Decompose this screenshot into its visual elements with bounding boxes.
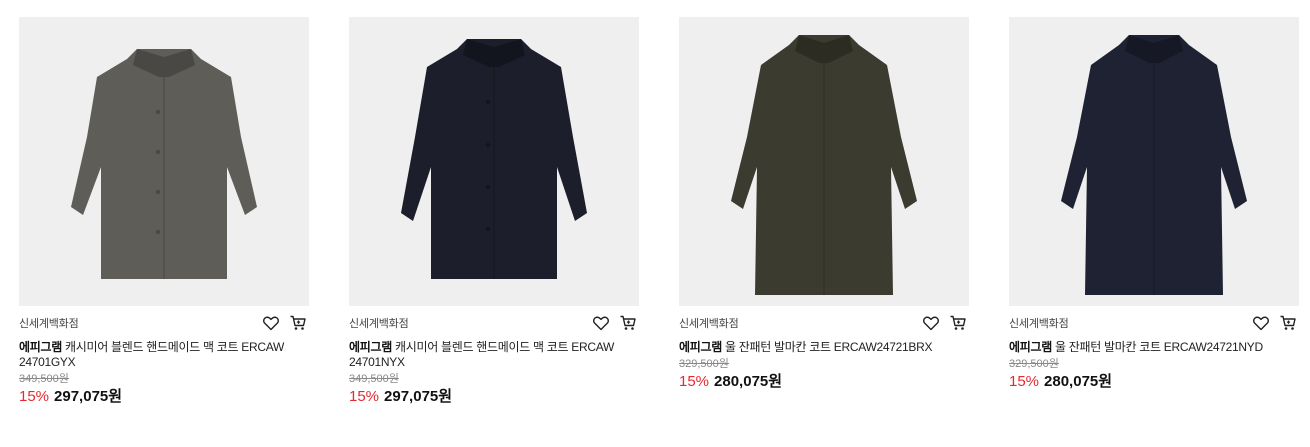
cart-icon[interactable]	[1279, 314, 1297, 332]
product-image[interactable]	[679, 17, 969, 306]
product-image[interactable]	[349, 17, 639, 306]
brand-name: 에피그램	[349, 340, 392, 354]
coat-image	[401, 39, 587, 279]
coat-image	[1061, 35, 1247, 295]
product-name: 울 잔패턴 발마칸 코트 ERCAW24721BRX	[725, 340, 933, 354]
store-name: 신세계백화점	[349, 318, 409, 330]
sale-price: 280,075원	[1044, 373, 1113, 390]
heart-icon[interactable]	[262, 314, 280, 332]
sale-price: 297,075원	[54, 388, 123, 405]
heart-icon[interactable]	[1252, 314, 1270, 332]
brand-name: 에피그램	[19, 340, 62, 354]
store-name: 신세계백화점	[19, 318, 79, 330]
original-price: 349,500원	[349, 373, 399, 385]
product-name: 울 잔패턴 발마칸 코트 ERCAW24721NYD	[1055, 340, 1263, 354]
product-image[interactable]	[19, 17, 309, 306]
product-card[interactable]: 신세계백화점 에피그램 캐시미어 블렌드 핸드메이드 맥 코트 ERCAW 24…	[349, 17, 639, 406]
cart-icon[interactable]	[949, 314, 967, 332]
store-name: 신세계백화점	[679, 318, 739, 330]
product-grid: 신세계백화점 에피그램 캐시미어 블렌드 핸드메이드 맥 코트 ERCAW 24…	[0, 0, 1310, 447]
product-card[interactable]: 신세계백화점 에피그램 울 잔패턴 발마칸 코트 ERCAW24721BRX 3…	[679, 17, 969, 391]
heart-icon[interactable]	[922, 314, 940, 332]
discount-rate: 15%	[679, 373, 710, 390]
heart-icon[interactable]	[592, 314, 610, 332]
product-image[interactable]	[1009, 17, 1299, 306]
sale-price: 297,075원	[384, 388, 453, 405]
product-title[interactable]: 에피그램 캐시미어 블렌드 핸드메이드 맥 코트 ERCAW 24701NYX	[349, 340, 629, 370]
product-title[interactable]: 에피그램 울 잔패턴 발마칸 코트 ERCAW24721NYD	[1009, 340, 1289, 355]
coat-image	[731, 35, 917, 295]
product-card[interactable]: 신세계백화점 에피그램 울 잔패턴 발마칸 코트 ERCAW24721NYD 3…	[1009, 17, 1299, 391]
brand-name: 에피그램	[1009, 340, 1052, 354]
discount-rate: 15%	[19, 388, 50, 405]
discount-rate: 15%	[1009, 373, 1040, 390]
original-price: 329,500원	[1009, 358, 1059, 370]
product-title[interactable]: 에피그램 울 잔패턴 발마칸 코트 ERCAW24721BRX	[679, 340, 959, 355]
cart-icon[interactable]	[289, 314, 307, 332]
product-title[interactable]: 에피그램 캐시미어 블렌드 핸드메이드 맥 코트 ERCAW 24701GYX	[19, 340, 299, 370]
original-price: 329,500원	[679, 358, 729, 370]
brand-name: 에피그램	[679, 340, 722, 354]
product-card[interactable]: 신세계백화점 에피그램 캐시미어 블렌드 핸드메이드 맥 코트 ERCAW 24…	[19, 17, 309, 406]
coat-image	[71, 49, 257, 279]
cart-icon[interactable]	[619, 314, 637, 332]
store-name: 신세계백화점	[1009, 318, 1069, 330]
original-price: 349,500원	[19, 373, 69, 385]
sale-price: 280,075원	[714, 373, 783, 390]
discount-rate: 15%	[349, 388, 380, 405]
